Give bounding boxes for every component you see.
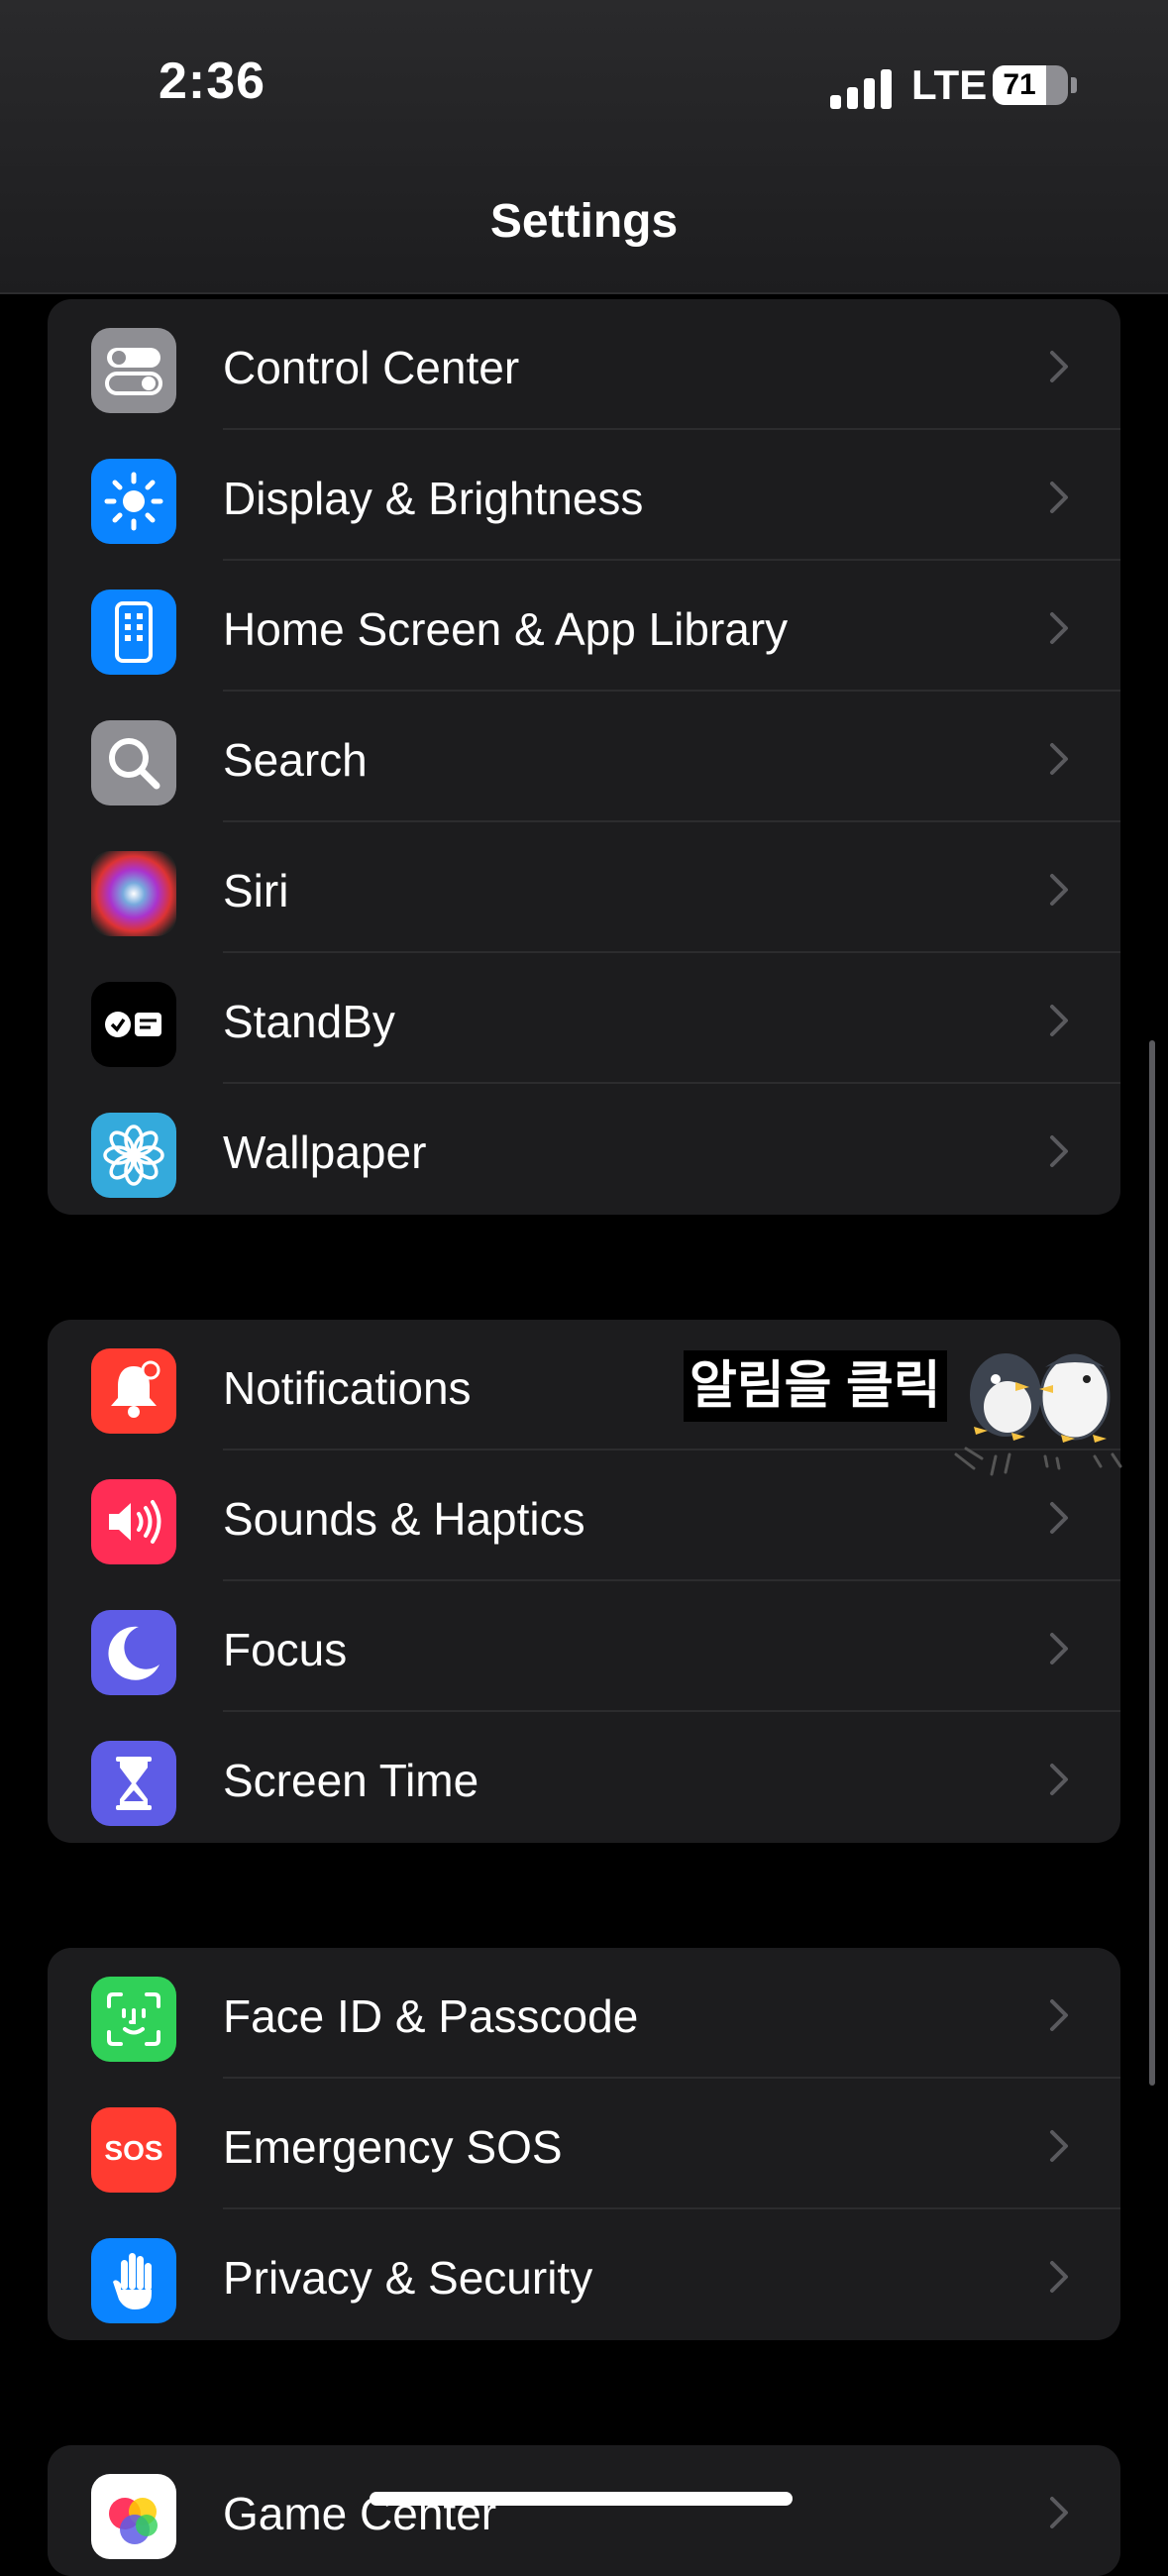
- chevron-right-icon: [1050, 1502, 1068, 1534]
- status-time: 2:36: [159, 53, 266, 110]
- settings-group-game-center: Game Center: [48, 2445, 1120, 2576]
- home-indicator[interactable]: [370, 2492, 793, 2506]
- chevron-right-icon: [1050, 1633, 1068, 1664]
- row-control-center[interactable]: Control Center: [48, 299, 1120, 430]
- chevron-right-icon: [1050, 2130, 1068, 2162]
- chevron-right-icon: [1050, 2497, 1068, 2528]
- row-standby[interactable]: StandBy: [48, 953, 1120, 1084]
- row-wallpaper[interactable]: Wallpaper: [48, 1084, 1120, 1215]
- settings-group-security: Face ID & Passcode SOS Emergency SOS Pri…: [48, 1948, 1120, 2340]
- row-game-center[interactable]: Game Center: [48, 2445, 1120, 2576]
- tutorial-callout: 알림을 클릭: [684, 1350, 947, 1422]
- faceid-icon: [91, 1977, 176, 2062]
- moon-icon: [91, 1610, 176, 1695]
- row-siri[interactable]: Siri: [48, 822, 1120, 953]
- network-label: LTE: [911, 61, 988, 108]
- chevron-right-icon: [1050, 1005, 1068, 1036]
- game-center-icon: [91, 2474, 176, 2559]
- standby-icon: [91, 982, 176, 1067]
- row-label: Home Screen & App Library: [223, 603, 789, 655]
- battery-cap: [1071, 77, 1077, 93]
- settings-group-display: Control Center Display & Brightness Home…: [48, 299, 1120, 1215]
- page-title: Settings: [489, 195, 679, 248]
- chevron-right-icon: [1050, 612, 1068, 644]
- row-label: Control Center: [223, 342, 520, 393]
- row-face-id[interactable]: Face ID & Passcode: [48, 1948, 1120, 2079]
- row-label: Screen Time: [223, 1755, 479, 1806]
- signal-icon: [830, 67, 892, 109]
- row-label: Emergency SOS: [223, 2121, 563, 2173]
- chevron-right-icon: [1050, 351, 1068, 382]
- row-emergency-sos[interactable]: SOS Emergency SOS: [48, 2079, 1120, 2209]
- scrollbar[interactable]: [1149, 1040, 1155, 2086]
- chevron-right-icon: [1050, 1135, 1068, 1167]
- row-search[interactable]: Search: [48, 692, 1120, 822]
- battery-icon: 71: [993, 65, 1068, 105]
- siri-icon: [91, 851, 176, 936]
- svg-text:SOS: SOS: [104, 2135, 162, 2166]
- row-home-screen[interactable]: Home Screen & App Library: [48, 561, 1120, 692]
- row-label: Sounds & Haptics: [223, 1493, 585, 1545]
- row-label: Privacy & Security: [223, 2252, 593, 2304]
- bell-icon: [91, 1348, 176, 1434]
- row-screen-time[interactable]: Screen Time: [48, 1712, 1120, 1843]
- row-label: StandBy: [223, 996, 395, 1047]
- sun-icon: [91, 459, 176, 544]
- hourglass-icon: [91, 1741, 176, 1826]
- toggles-icon: [91, 328, 176, 413]
- hand-icon: [91, 2238, 176, 2323]
- row-label: Wallpaper: [223, 1127, 427, 1178]
- header: 2:36 LTE 71 Settings: [0, 0, 1168, 294]
- row-label: Siri: [223, 865, 289, 916]
- speaker-icon: [91, 1479, 176, 1564]
- chevron-right-icon: [1050, 743, 1068, 775]
- sos-icon: SOS: [91, 2107, 176, 2193]
- row-focus[interactable]: Focus: [48, 1581, 1120, 1712]
- magnifier-icon: [91, 720, 176, 805]
- chevron-right-icon: [1050, 1764, 1068, 1795]
- row-display-brightness[interactable]: Display & Brightness: [48, 430, 1120, 561]
- chevron-right-icon: [1050, 874, 1068, 906]
- penguin-sticker-icon: [954, 1353, 1122, 1476]
- flower-icon: [91, 1113, 176, 1198]
- chevron-right-icon: [1050, 1999, 1068, 2031]
- row-label: Search: [223, 734, 368, 786]
- chevron-right-icon: [1050, 482, 1068, 513]
- phone-grid-icon: [91, 590, 176, 675]
- battery-level: 71: [1003, 68, 1036, 101]
- chevron-right-icon: [1050, 2261, 1068, 2293]
- row-label: Face ID & Passcode: [223, 1990, 639, 2042]
- row-label: Focus: [223, 1624, 348, 1675]
- row-privacy-security[interactable]: Privacy & Security: [48, 2209, 1120, 2340]
- row-label: Display & Brightness: [223, 473, 644, 524]
- row-label: Notifications: [223, 1362, 472, 1414]
